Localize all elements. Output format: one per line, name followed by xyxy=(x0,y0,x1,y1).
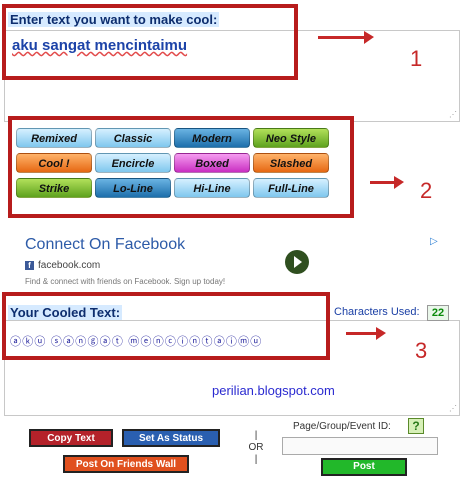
output-highlight-frame xyxy=(2,292,330,360)
output-label: Your Cooled Text: xyxy=(8,305,123,320)
ad-title-link[interactable]: Connect On Facebook xyxy=(25,236,185,254)
style-button-boxed[interactable]: Boxed xyxy=(174,153,250,173)
characters-used-label: Characters Used: xyxy=(334,306,420,318)
arrow-1-icon xyxy=(318,31,374,44)
style-button-neo-style[interactable]: Neo Style xyxy=(253,128,329,148)
style-button-lo-line[interactable]: Lo-Line xyxy=(95,178,171,198)
style-button-slashed[interactable]: Slashed xyxy=(253,153,329,173)
style-button-modern[interactable]: Modern xyxy=(174,128,250,148)
resize-grip-icon[interactable]: ⋰ xyxy=(448,110,458,120)
style-button-full-line[interactable]: Full-Line xyxy=(253,178,329,198)
ad-choices-icon[interactable]: ▷ xyxy=(430,236,438,247)
input-value[interactable]: aku sangat mencintaimu xyxy=(12,37,187,54)
ad-go-arrow-icon[interactable] xyxy=(285,250,309,274)
set-as-status-button[interactable]: Set As Status xyxy=(122,429,220,447)
copy-text-button[interactable]: Copy Text xyxy=(29,429,113,447)
style-button-classic[interactable]: Classic xyxy=(95,128,171,148)
style-button-encircle[interactable]: Encircle xyxy=(95,153,171,173)
arrow-3-icon xyxy=(346,327,386,340)
annotation-3: 3 xyxy=(415,338,428,363)
page-id-label: Page/Group/Event ID: xyxy=(293,421,391,432)
help-icon[interactable]: ? xyxy=(408,418,424,434)
post-on-friends-wall-button[interactable]: Post On Friends Wall xyxy=(63,455,189,473)
resize-grip-icon[interactable]: ⋰ xyxy=(448,404,458,414)
style-button-hi-line[interactable]: Hi-Line xyxy=(174,178,250,198)
output-cooled-text[interactable]: ⓐⓚⓤ ⓢⓐⓝⓖⓐⓣ ⓜⓔⓝⓒⓘⓝⓣⓐⓘⓜⓤ xyxy=(10,333,263,349)
or-separator-text: OR xyxy=(248,442,264,453)
ad-domain[interactable]: facebook.com xyxy=(38,260,100,271)
input-label: Enter text you want to make cool: xyxy=(8,12,220,27)
post-button[interactable]: Post xyxy=(321,458,407,476)
annotation-2: 2 xyxy=(420,178,433,203)
page-id-input[interactable] xyxy=(282,437,438,455)
style-button-strike[interactable]: Strike xyxy=(16,178,92,198)
ad-description: Find & connect with friends on Facebook.… xyxy=(25,277,226,286)
style-button-remixed[interactable]: Remixed xyxy=(16,128,92,148)
or-separator: | OR | xyxy=(246,430,266,466)
style-button-cool[interactable]: Cool ! xyxy=(16,153,92,173)
or-separator-line-bottom: | xyxy=(254,454,258,465)
facebook-icon: f xyxy=(25,261,34,270)
annotation-1: 1 xyxy=(410,46,423,71)
arrow-2-icon xyxy=(370,176,404,189)
watermark-text: perilian.blogspot.com xyxy=(212,383,335,398)
characters-used-count: 22 xyxy=(427,305,449,321)
or-separator-line-top: | xyxy=(254,430,258,441)
